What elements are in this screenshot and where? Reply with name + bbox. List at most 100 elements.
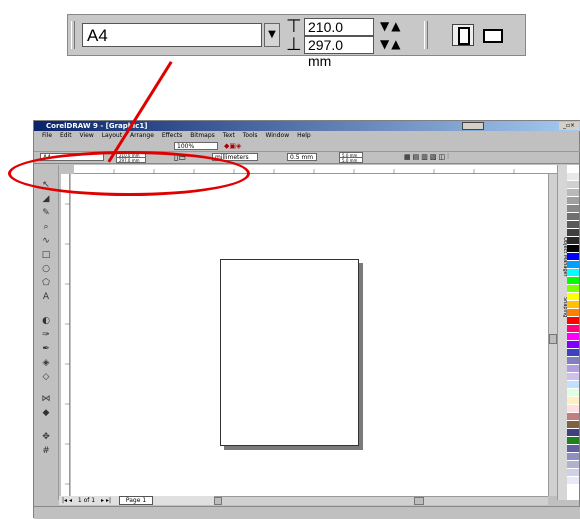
horizontal-scrollbar[interactable]	[214, 496, 548, 505]
palette-swatch[interactable]	[567, 349, 579, 356]
color-palette	[567, 165, 579, 500]
page-height-field[interactable]: 297.0 mm	[304, 36, 374, 69]
eyedropper-tool-icon[interactable]: ✑	[40, 329, 52, 341]
palette-swatch[interactable]	[567, 429, 579, 436]
menu-view[interactable]: View	[80, 131, 94, 141]
duplicate-y-field[interactable]: 5.0 mm	[339, 157, 363, 163]
vertical-ruler[interactable]	[61, 174, 70, 499]
palette-swatch[interactable]	[567, 293, 579, 300]
palette-swatch[interactable]	[567, 301, 579, 308]
palette-swatch[interactable]	[567, 461, 579, 468]
palette-swatch[interactable]	[567, 325, 579, 332]
palette-swatch[interactable]	[567, 389, 579, 396]
zoom-level-field[interactable]: 100%	[174, 142, 218, 150]
zoom-tool-icon[interactable]: ⌕	[40, 221, 52, 233]
palette-swatch[interactable]	[567, 237, 579, 244]
palette-swatch[interactable]	[567, 181, 579, 188]
palette-swatch[interactable]	[567, 245, 579, 252]
palette-swatch[interactable]	[567, 269, 579, 276]
text-tool-icon[interactable]: A	[40, 291, 52, 303]
menu-tools[interactable]: Tools	[243, 131, 258, 141]
palette-swatch[interactable]	[567, 365, 579, 372]
palette-swatch[interactable]	[567, 453, 579, 460]
interactive-fill-tool-icon[interactable]: ◐	[40, 315, 52, 327]
shape-tool-icon[interactable]: ◢	[40, 193, 52, 205]
palette-swatch[interactable]	[567, 397, 579, 404]
blend-tool-icon[interactable]: ⋈	[40, 393, 52, 405]
toolbar-grip[interactable]	[71, 21, 75, 49]
page-width-spinner[interactable]: ▼▲	[380, 18, 402, 34]
knife-tool-icon[interactable]: ✎	[40, 207, 52, 219]
palette-swatch[interactable]	[567, 333, 579, 340]
extrude-tool-icon[interactable]: ◆	[40, 407, 52, 419]
palette-swatch[interactable]	[567, 405, 579, 412]
palette-swatch[interactable]	[567, 437, 579, 444]
paper-size-dropdown-button[interactable]: ▼	[264, 23, 280, 47]
menu-text[interactable]: Text	[223, 131, 235, 141]
ellipse-tool-icon[interactable]: ○	[40, 263, 52, 275]
page-height-spinner[interactable]: ▼▲	[380, 36, 402, 52]
toolbar-icons[interactable]: ◆▣◈	[224, 142, 252, 151]
menu-bitmaps[interactable]: Bitmaps	[190, 131, 215, 141]
portrait-button[interactable]	[452, 24, 474, 46]
menu-file[interactable]: File	[42, 131, 52, 141]
palette-swatch[interactable]	[567, 221, 579, 228]
palette-swatch[interactable]	[567, 285, 579, 292]
vertical-ruler-ticks	[65, 203, 70, 485]
menu-window[interactable]: Window	[265, 131, 289, 141]
polygon-tool-icon[interactable]: ⬠	[40, 277, 52, 289]
rectangle-tool-icon[interactable]: □	[40, 249, 52, 261]
landscape-icon	[483, 29, 503, 43]
nudge-field[interactable]: 0.5 mm	[287, 153, 317, 161]
menu-help[interactable]: Help	[297, 131, 311, 141]
fill-tool-icon[interactable]: ◈	[40, 357, 52, 369]
page-tab[interactable]: Page 1	[118, 496, 154, 505]
transparency-tool-icon[interactable]: ◇	[40, 371, 52, 383]
menu-layout[interactable]: Layout	[102, 131, 122, 141]
page-height-icon: ⊥	[286, 34, 302, 55]
portrait-icon	[458, 27, 470, 45]
palette-swatch[interactable]	[567, 357, 579, 364]
palette-swatch[interactable]	[567, 445, 579, 452]
palette-swatch[interactable]	[567, 277, 579, 284]
window-controls[interactable]: _▫×	[559, 122, 579, 130]
menu-effects[interactable]: Effects	[162, 131, 182, 141]
palette-swatch[interactable]	[567, 309, 579, 316]
palette-swatch[interactable]	[567, 229, 579, 236]
palette-swatch[interactable]	[567, 165, 579, 172]
toolbar-float-indicator	[462, 122, 484, 130]
landscape-button[interactable]	[480, 24, 503, 46]
palette-swatch[interactable]	[567, 373, 579, 380]
palette-swatch[interactable]	[567, 261, 579, 268]
vertical-scrollbar[interactable]	[548, 174, 557, 496]
horizontal-scroll-thumb[interactable]	[414, 497, 424, 505]
freehand-tool-icon[interactable]: ∿	[40, 235, 52, 247]
propbar-icons[interactable]: ▦▤▥▧◫⫶	[404, 153, 474, 162]
palette-swatch[interactable]	[567, 189, 579, 196]
paper-size-combo[interactable]: A4	[82, 23, 262, 47]
palette-swatch[interactable]	[567, 421, 579, 428]
palette-swatch[interactable]	[567, 197, 579, 204]
menu-arrange[interactable]: Arrange	[130, 131, 154, 141]
vertical-scroll-thumb[interactable]	[549, 334, 557, 344]
palette-swatch[interactable]	[567, 205, 579, 212]
palette-swatch[interactable]	[567, 341, 579, 348]
grid-tool-icon[interactable]: #	[40, 445, 52, 457]
pan-tool-icon[interactable]: ✥	[40, 431, 52, 443]
page-navigator: |◂ ◂ 1 of 1 ▸ ▸| Page 1	[59, 496, 214, 505]
menu-edit[interactable]: Edit	[60, 131, 72, 141]
palette-swatch[interactable]	[567, 173, 579, 180]
palette-swatch[interactable]	[567, 469, 579, 476]
palette-swatch[interactable]	[567, 317, 579, 324]
page-nav-next-last[interactable]: ▸ ▸|	[101, 497, 111, 504]
scroll-left-button[interactable]	[214, 497, 222, 505]
palette-swatch[interactable]	[567, 381, 579, 388]
palette-swatch[interactable]	[567, 253, 579, 260]
page-nav-first-prev[interactable]: |◂ ◂	[62, 497, 72, 504]
page-width-field[interactable]: 210.0 mm	[304, 18, 374, 51]
outline-tool-icon[interactable]: ✒	[40, 343, 52, 355]
drawing-page[interactable]	[220, 259, 359, 446]
palette-swatch[interactable]	[567, 477, 579, 484]
palette-swatch[interactable]	[567, 213, 579, 220]
palette-swatch[interactable]	[567, 413, 579, 420]
